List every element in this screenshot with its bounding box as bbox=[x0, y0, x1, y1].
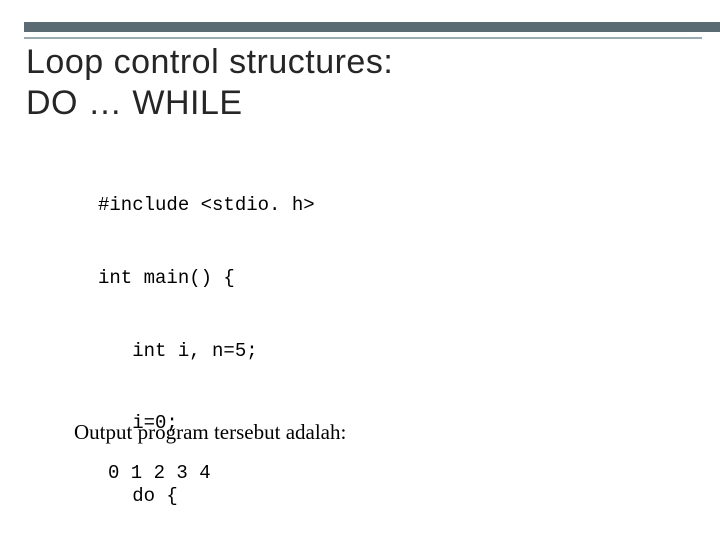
title-line-2: DO … WHILE bbox=[26, 84, 243, 122]
program-output: 0 1 2 3 4 bbox=[108, 462, 211, 484]
code-line: int main() { bbox=[98, 266, 360, 290]
code-line: int i, n=5; bbox=[98, 339, 360, 363]
code-line: do { bbox=[98, 484, 360, 508]
slide: Loop control structures: DO … WHILE #inc… bbox=[0, 0, 720, 540]
top-rule-bar bbox=[24, 22, 720, 32]
top-underline bbox=[24, 37, 702, 39]
slide-title: Loop control structures: DO … WHILE bbox=[26, 42, 393, 125]
code-line: #include <stdio. h> bbox=[98, 193, 360, 217]
output-caption: Output program tersebut adalah: bbox=[74, 420, 346, 445]
title-line-1: Loop control structures: bbox=[26, 43, 393, 81]
